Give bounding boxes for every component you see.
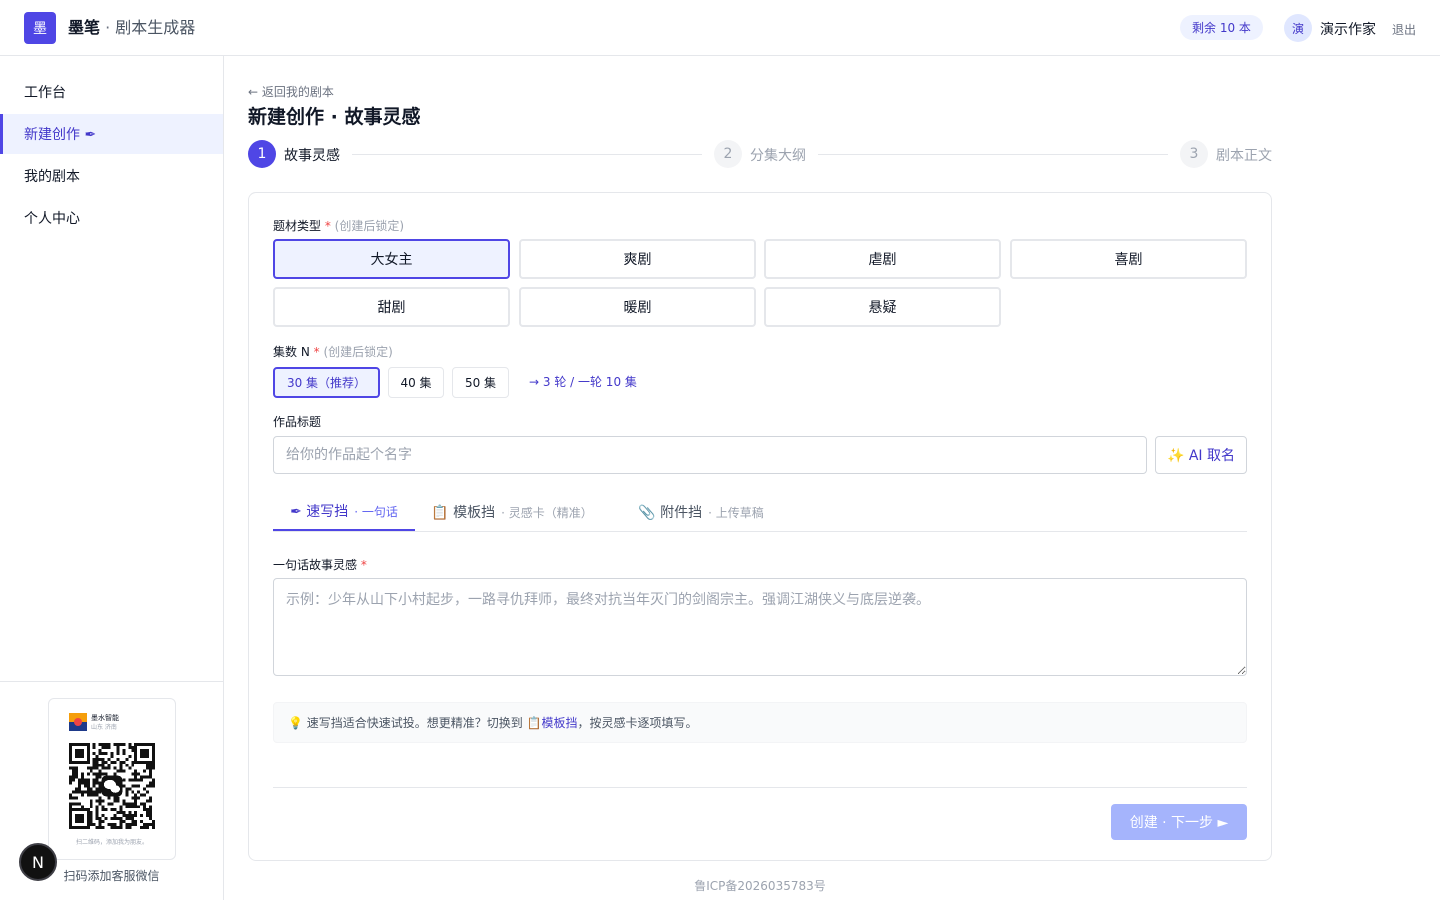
step-3-number: 3 xyxy=(1180,140,1208,168)
avatar[interactable]: 演 xyxy=(1284,14,1312,42)
sidebar-divider xyxy=(0,681,223,682)
episode-rounds-hint: → 3 轮 / 一轮 10 集 xyxy=(529,375,637,389)
episode-option[interactable]: 40 集 xyxy=(388,367,444,398)
icp-record[interactable]: 鲁ICP备2026035783号 xyxy=(224,877,1296,894)
form-footer-divider xyxy=(273,787,1247,788)
creation-form-card: 题材类型 * (创建后锁定) 大女主 爽剧 虐剧 喜剧 甜剧 暖剧 悬疑 集数 … xyxy=(248,192,1272,861)
tip-text: 💡 速写挡适合快速试投。想更精准？切换到 📋 xyxy=(288,716,542,730)
tab-quick-sub: · 一句话 xyxy=(354,504,398,519)
tip-box: 💡 速写挡适合快速试投。想更精准？切换到 📋 模板挡 ，按灵感卡逐项填写。 xyxy=(273,702,1247,743)
lock-note: (创建后锁定) xyxy=(323,345,393,359)
ai-naming-button[interactable]: ✨ AI 取名 xyxy=(1155,436,1247,474)
username[interactable]: 演示作家 xyxy=(1320,19,1376,39)
genre-option[interactable]: 大女主 xyxy=(273,239,510,279)
sidebar-item-my-scripts[interactable]: 我的剧本 xyxy=(0,156,223,196)
brand-subtitle: 剧本生成器 xyxy=(115,18,196,37)
lock-note: (创建后锁定) xyxy=(334,219,405,233)
logout-link[interactable]: 退出 xyxy=(1392,21,1416,38)
genre-option[interactable]: 虐剧 xyxy=(764,239,1001,279)
episodes-label: 集数 N * (创建后锁定) xyxy=(273,343,393,360)
tab-attachment-sub: · 上传草稿 xyxy=(708,505,764,520)
tabs-divider xyxy=(273,531,1247,532)
tab-attachment[interactable]: 📎 附件挡 · 上传草稿 xyxy=(621,493,781,531)
required-mark: * xyxy=(313,345,320,359)
page-title: 新建创作 · 故事灵感 xyxy=(248,106,421,128)
step-1-number: 1 xyxy=(248,140,276,168)
tab-quick-label: ✒ 速写挡 xyxy=(290,504,349,520)
brand-separator: · xyxy=(100,18,116,37)
step-connector xyxy=(352,154,702,155)
required-mark: * xyxy=(360,558,367,572)
work-title-input[interactable] xyxy=(273,436,1147,474)
logo-char: 墨 xyxy=(33,21,47,37)
episode-option[interactable]: 30 集（推荐） xyxy=(273,367,380,398)
tab-attachment-label: 📎 附件挡 xyxy=(638,505,703,521)
genre-option[interactable]: 喜剧 xyxy=(1010,239,1247,279)
tip-template-link[interactable]: 模板挡 xyxy=(542,714,578,731)
dev-badge[interactable]: N xyxy=(19,843,57,881)
brand-name: 墨笔 xyxy=(68,18,101,37)
step-2-number: 2 xyxy=(714,140,742,168)
tab-template[interactable]: 📋 模板挡 · 灵感卡（精准） xyxy=(423,493,601,531)
genre-option[interactable]: 爽剧 xyxy=(519,239,756,279)
genre-label-text: 题材类型 xyxy=(273,219,322,233)
story-label: 一句话故事灵感 * xyxy=(273,556,367,573)
brand[interactable]: 墨笔 · 剧本生成器 xyxy=(68,17,195,39)
step-connector xyxy=(818,154,1168,155)
wechat-qr-card: 墨水智能 山东 济南 扫二维码，添加我为朋友。 xyxy=(48,698,176,860)
step-2-label: 分集大纲 xyxy=(750,148,806,164)
story-textarea[interactable] xyxy=(273,578,1247,676)
tab-template-label: 📋 模板挡 xyxy=(431,505,496,521)
sidebar-item-workbench[interactable]: 工作台 xyxy=(0,72,223,112)
story-label-text: 一句话故事灵感 xyxy=(273,558,358,572)
genre-option[interactable]: 甜剧 xyxy=(273,287,510,327)
sidebar-item-new-creation[interactable]: 新建创作 ✒ xyxy=(0,114,223,154)
tab-quick[interactable]: ✒ 速写挡 · 一句话 xyxy=(273,493,415,531)
step-1-label: 故事灵感 xyxy=(284,148,340,164)
tip-text: ，按灵感卡逐项填写。 xyxy=(577,716,698,730)
genre-option[interactable]: 悬疑 xyxy=(764,287,1001,327)
sidebar: 工作台 新建创作 ✒ 我的剧本 个人中心 墨水智能 山东 济南 扫二维码，添加我… xyxy=(0,56,224,900)
genre-label: 题材类型 * (创建后锁定) xyxy=(273,217,404,234)
episodes-label-text: 集数 N xyxy=(273,345,310,359)
mini-program-logo-icon xyxy=(69,713,87,731)
tab-template-sub: · 灵感卡（精准） xyxy=(501,505,593,520)
required-mark: * xyxy=(324,219,331,233)
genre-option[interactable]: 暖剧 xyxy=(519,287,756,327)
episode-option[interactable]: 50 集 xyxy=(452,367,509,398)
top-header: 墨 墨笔 · 剧本生成器 剩余 10 本 演 演示作家 退出 xyxy=(0,0,1440,56)
back-link[interactable]: ← 返回我的剧本 xyxy=(248,83,334,100)
step-3-label: 剧本正文 xyxy=(1216,148,1272,164)
sidebar-item-profile[interactable]: 个人中心 xyxy=(0,198,223,238)
work-title-label: 作品标题 xyxy=(273,415,322,429)
quota-badge: 剩余 10 本 xyxy=(1180,15,1263,40)
qr-card-hint: 扫二维码，添加我为朋友。 xyxy=(75,839,148,846)
qr-code-icon xyxy=(69,743,155,829)
qr-card-subtitle: 山东 济南 xyxy=(91,724,117,731)
app-logo[interactable]: 墨 xyxy=(24,12,56,44)
create-next-button[interactable]: 创建 · 下一步 ► xyxy=(1111,804,1247,840)
